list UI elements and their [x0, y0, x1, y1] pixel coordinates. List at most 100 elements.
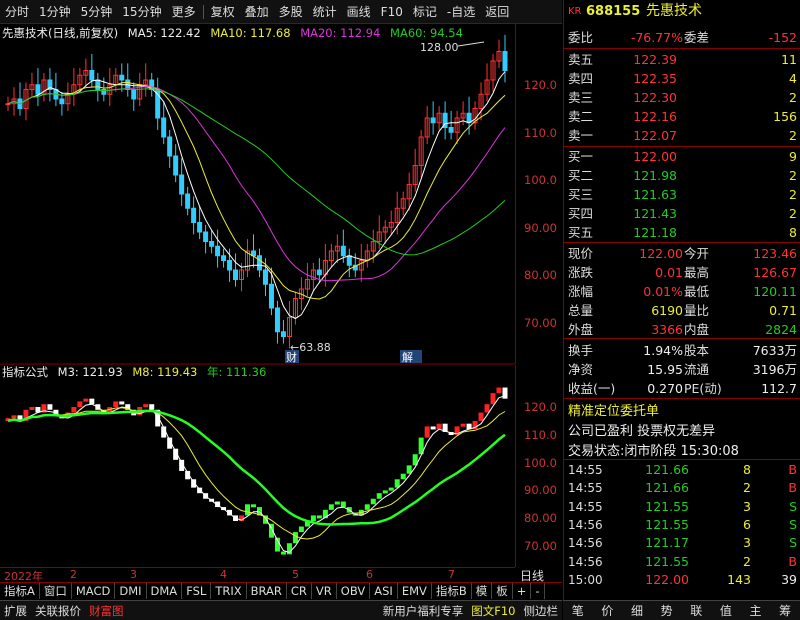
row-value: 122.35 — [633, 71, 677, 86]
row-value: 122.30 — [633, 90, 677, 105]
tab-11[interactable]: ASI — [370, 583, 398, 599]
ind-tick: 80.00 — [524, 511, 557, 526]
stock-code: 688155 — [586, 4, 641, 19]
row-label: 收益(一) — [568, 381, 616, 396]
tab-9[interactable]: VR — [312, 583, 337, 599]
status-right-0[interactable]: 新用户福利专享 — [379, 603, 468, 619]
candle-body — [280, 331, 286, 337]
tick-direction: B — [788, 462, 797, 477]
sell-row: 卖四 122.35 4 — [564, 69, 800, 88]
ind-tick: 120.0 — [524, 400, 557, 414]
row-label: 净资 — [568, 362, 594, 377]
row-label-2: 委差 — [684, 30, 710, 45]
price-tick: 80.00 — [524, 268, 557, 282]
sell-row: 卖三 122.30 2 — [564, 88, 800, 107]
tab-15[interactable]: 板 — [492, 583, 513, 599]
price-tick: 110.0 — [524, 125, 557, 140]
fund-row: 收益(一) 0.270 PE(动) 112.7 — [564, 379, 800, 398]
tick-row: 14:56 121.55 2 B — [564, 553, 800, 571]
note-precise[interactable]: 精准定位委托单 — [568, 400, 659, 419]
tick-volume: 6 — [743, 516, 751, 532]
tick-row: 14:55 121.55 3 S — [564, 498, 800, 516]
candle-body — [209, 241, 215, 247]
status-item-2[interactable]: 财富图 — [85, 603, 128, 619]
row-label: 换手 — [568, 343, 594, 358]
tab-0[interactable]: 指标A — [0, 583, 40, 599]
bottom-tab-4[interactable]: 联 — [690, 602, 702, 619]
row-value-2: 126.67 — [753, 265, 797, 280]
tick-time: 14:56 — [568, 517, 603, 532]
candle-body — [340, 245, 346, 257]
indicator-name[interactable]: 指标公式 — [2, 365, 48, 379]
tab-1[interactable]: 窗口 — [40, 583, 72, 599]
indicator-bar — [484, 404, 490, 413]
mark-finance: 财 — [286, 350, 297, 364]
x-tick: 3 — [130, 568, 137, 581]
status-right-1[interactable]: 图文F10 — [467, 603, 519, 619]
tick-price: 121.66 — [645, 462, 689, 477]
tick-price: 122.00 — [645, 571, 689, 587]
tab-7[interactable]: BRAR — [247, 583, 287, 599]
tick-row: 14:55 121.66 8 B — [564, 461, 800, 479]
quote-row: 涨幅 0.01% 最低 120.11 — [564, 282, 800, 301]
tab-3[interactable]: DMI — [115, 583, 147, 599]
tab-17[interactable]: - — [531, 583, 545, 599]
tab-13[interactable]: 指标B — [432, 583, 472, 599]
year-line — [7, 409, 506, 526]
row-label: 涨幅 — [568, 284, 594, 299]
indicator-bar — [502, 387, 508, 399]
bottom-tab-6[interactable]: 主 — [750, 602, 762, 619]
candle-body — [274, 307, 280, 333]
price-tick: 120.0 — [524, 78, 557, 92]
tab-2[interactable]: MACD — [72, 583, 116, 599]
row-value-2: 0.71 — [769, 303, 797, 318]
tab-14[interactable]: 模 — [472, 583, 493, 599]
x-tick: 6 — [366, 568, 373, 581]
tab-16[interactable]: + — [513, 583, 532, 599]
bottom-tab-2[interactable]: 细 — [631, 602, 643, 619]
bottom-tab-0[interactable]: 笔 — [572, 602, 584, 619]
candle-body — [466, 112, 472, 124]
candle-body — [167, 136, 173, 157]
row-value-2: 123.46 — [753, 246, 797, 261]
candle-body — [221, 255, 227, 261]
row-value: 0.270 — [647, 381, 683, 396]
bottom-tab-7[interactable]: 筹 — [779, 602, 791, 619]
tab-8[interactable]: CR — [287, 583, 312, 599]
indicator-bar — [364, 504, 370, 510]
tab-10[interactable]: OBV — [337, 583, 371, 599]
kline-title: 先惠技术(日线,前复权) — [2, 26, 119, 40]
divider — [564, 338, 800, 339]
candle-body — [59, 98, 65, 105]
tab-5[interactable]: FSL — [182, 583, 212, 599]
status-item-1[interactable]: 关联报价 — [31, 603, 85, 619]
candle-body — [215, 245, 221, 257]
status-item-0[interactable]: 扩展 — [0, 603, 31, 619]
tab-6[interactable]: TRIX — [211, 583, 247, 599]
row-label: 卖四 — [568, 71, 594, 86]
status-right-2[interactable]: 侧边栏 — [520, 603, 563, 619]
indicator-bar — [149, 404, 155, 410]
tab-12[interactable]: EMV — [398, 583, 432, 599]
row-value: 122.00 — [633, 149, 677, 164]
price-axis: 120.0 110.0 100.0 90.00 80.00 70.00 — [515, 24, 562, 364]
tab-4[interactable]: DMA — [147, 583, 183, 599]
fund-row: 净资 15.95 流通 3196万 — [564, 360, 800, 379]
tick-direction: S — [789, 498, 797, 514]
bottom-tab-3[interactable]: 势 — [661, 602, 673, 619]
candle-body — [35, 84, 41, 95]
charts-area[interactable]: 128.00←63.88财解 — [0, 0, 515, 582]
row-value-2: 3196万 — [752, 362, 797, 377]
buy-row: 买四 121.43 2 — [564, 204, 800, 223]
divider — [564, 459, 800, 460]
row-value-2: 2 — [789, 128, 797, 143]
indicator-bar — [143, 404, 149, 408]
x-tick: 7 — [448, 568, 455, 581]
buy-row: 买一 122.00 9 — [564, 147, 800, 166]
bottom-tab-5[interactable]: 值 — [720, 602, 732, 619]
row-label: 外盘 — [568, 322, 594, 337]
quote-panel: KR 688155 先惠技术 委比 -76.77% 委差 -152 卖五 122.39 11 卖四 1… — [563, 0, 800, 620]
bottom-tab-1[interactable]: 价 — [601, 602, 613, 619]
quote-row: 现价 122.00 今开 123.46 — [564, 244, 800, 263]
row-label: 委比 — [568, 30, 594, 45]
